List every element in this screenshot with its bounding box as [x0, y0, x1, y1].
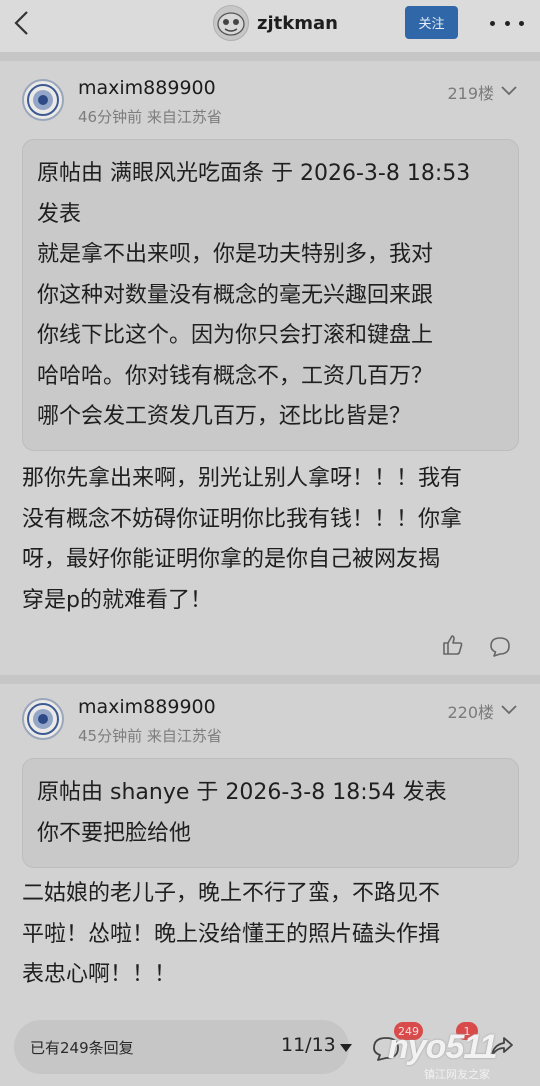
post-219: maxim889900 46分钟前 来自江苏省 219楼 原帖由 满眼风光吃面条…	[0, 61, 540, 675]
quote-line: 就是拿不出来呗，你是功夫特别多，我对	[37, 242, 434, 267]
username[interactable]: maxim889900	[78, 77, 216, 99]
body-line: 那你先拿出来啊，别光让别人拿呀！！！我有	[22, 466, 463, 491]
body-line: 呀，最好你能证明你拿的是你自己被网友揭	[22, 547, 441, 572]
page-indicator[interactable]: 11/13	[281, 1034, 336, 1056]
floor-number: 220楼	[447, 703, 494, 722]
quote-line: 原帖由 满眼风光吃面条 于 2026-3-8 18:53	[37, 161, 471, 186]
quote-line: 原帖由 shanye 于 2026-3-8 18:54 发表	[37, 780, 447, 805]
username[interactable]: maxim889900	[78, 696, 216, 718]
body-line: 穿是p的就难看了！	[22, 587, 212, 613]
floor-number: 219楼	[447, 84, 494, 103]
divider	[0, 52, 540, 61]
post-220: maxim889900 45分钟前 来自江苏省 220楼 原帖由 shanye …	[0, 684, 540, 1006]
quote-line: 发表	[37, 201, 82, 227]
divider	[0, 675, 540, 684]
reply-count: 已有249条回复	[30, 1039, 134, 1057]
watermark-logo: nyo511	[388, 1028, 498, 1066]
follow-button[interactable]: 关注	[405, 6, 458, 39]
quote-line: 哈哈哈。你对钱有概念不，工资几百万？	[37, 363, 434, 389]
post-meta: 45分钟前 来自江苏省	[78, 727, 222, 745]
back-icon[interactable]	[8, 8, 38, 38]
page-dropdown-icon[interactable]	[340, 1044, 352, 1052]
quote-block: 原帖由 shanye 于 2026-3-8 18:54 发表 你不要把脸给他	[22, 758, 519, 868]
avatar[interactable]	[22, 79, 64, 121]
bottom-bar: 已有249条回复 11/13 249 1 nyo511 镇江网友之家	[0, 1006, 540, 1086]
body-line: 没有概念不妨碍你证明你比我有钱！！！你拿	[22, 506, 463, 532]
like-icon[interactable]	[441, 633, 465, 657]
quote-line: 哪个会发工资发几百万，还比比皆是？	[37, 404, 412, 429]
author-name: zjtkman	[257, 12, 338, 34]
comment-icon[interactable]	[488, 635, 512, 659]
post-meta: 46分钟前 来自江苏省	[78, 108, 222, 126]
quote-line: 你这种对数量没有概念的毫无兴趣回来跟	[37, 282, 434, 308]
quote-block: 原帖由 满眼风光吃面条 于 2026-3-8 18:53 发表 就是拿不出来呗，…	[22, 139, 519, 451]
more-icon[interactable]	[490, 10, 524, 36]
chevron-down-icon[interactable]	[500, 704, 518, 716]
top-bar: zjtkman 关注	[0, 0, 540, 52]
quote-line: 你不要把脸给他	[37, 820, 192, 846]
body-line: 二姑娘的老儿子，晚上不行了蛮，不路见不	[22, 881, 441, 906]
chevron-down-icon[interactable]	[500, 85, 518, 97]
quote-line: 你线下比这个。因为你只会打滚和键盘上	[37, 323, 434, 348]
avatar-icon	[217, 12, 245, 36]
thread-author[interactable]: zjtkman	[213, 5, 338, 41]
body-line: 平啦！怂啦！晚上没给懂王的照片磕头作揖	[22, 921, 441, 947]
reply-input[interactable]: 已有249条回复 11/13	[14, 1020, 352, 1074]
avatar[interactable]	[22, 698, 64, 740]
post-body: 二姑娘的老儿子，晚上不行了蛮，不路见不 平啦！怂啦！晚上没给懂王的照片磕头作揖 …	[22, 874, 522, 996]
watermark-subtitle: 镇江网友之家	[424, 1068, 490, 1081]
body-line: 表忠心啊！！！	[22, 962, 177, 987]
post-body: 那你先拿出来啊，别光让别人拿呀！！！我有 没有概念不妨碍你证明你比我有钱！！！你…	[22, 459, 522, 621]
author-avatar	[213, 5, 249, 41]
